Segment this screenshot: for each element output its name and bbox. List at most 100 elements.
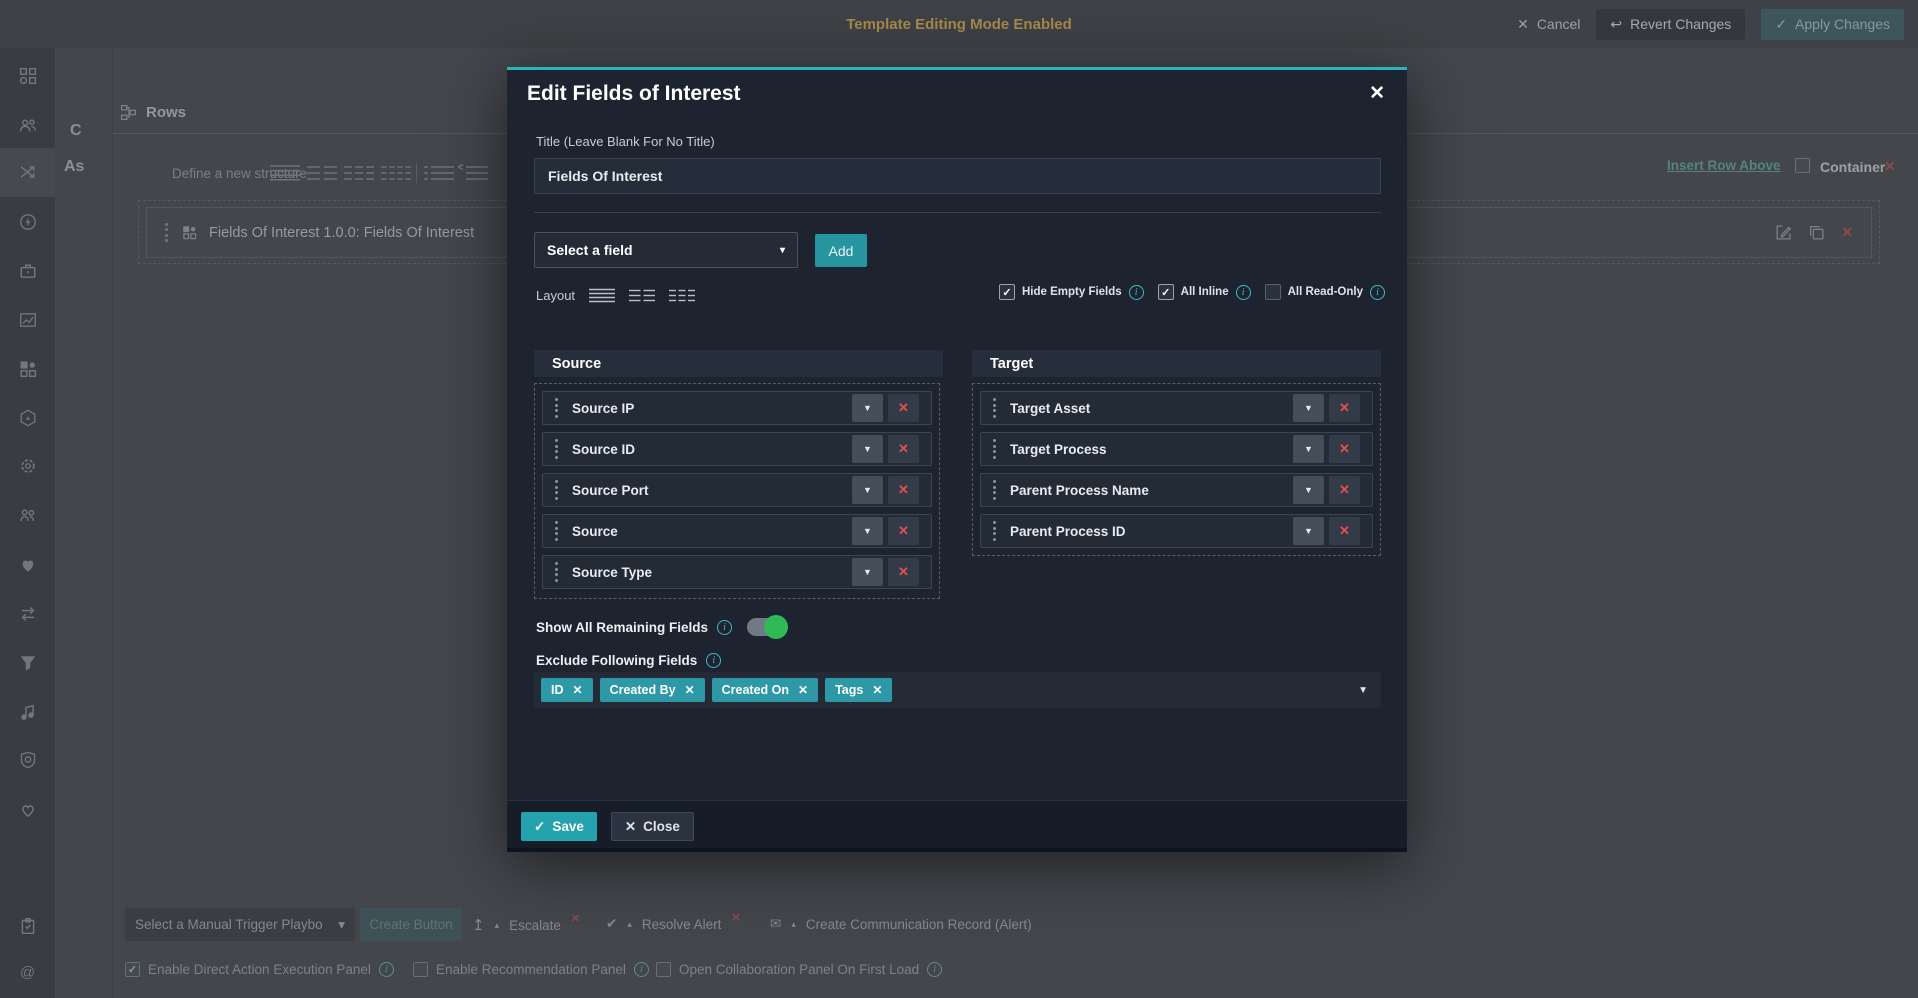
tag-remove-icon[interactable]: ✕	[685, 683, 695, 697]
edit-row-button[interactable]	[1775, 224, 1792, 241]
manual-trigger-playbook-select[interactable]: Select a Manual Trigger Playbo ▾	[125, 908, 355, 941]
drag-handle-icon[interactable]	[555, 396, 558, 421]
remove-row-group-button[interactable]: ✕	[1884, 158, 1896, 175]
create-comm-record-action[interactable]: ✉ ▴ Create Communication Record (Alert)	[770, 916, 1032, 932]
health-heart-outline-icon[interactable]	[19, 801, 37, 819]
info-icon[interactable]: i	[379, 962, 394, 977]
drag-handle-icon[interactable]	[993, 519, 996, 544]
field-remove-button[interactable]: ✕	[888, 394, 919, 422]
field-dropdown-button[interactable]: ▼	[852, 435, 883, 463]
layout-3-column-icon[interactable]	[669, 288, 695, 303]
remove-action-icon[interactable]: ✕	[731, 911, 740, 924]
drag-handle-icon[interactable]	[555, 478, 558, 503]
apps-grid-icon[interactable]	[19, 67, 37, 85]
tasks-clipboard-icon[interactable]	[19, 917, 37, 935]
layout-2-column-icon[interactable]	[629, 288, 655, 303]
settings-gear-icon[interactable]	[19, 457, 37, 475]
layout-1-column-icon[interactable]	[589, 288, 615, 303]
field-dropdown-button[interactable]: ▼	[1293, 394, 1324, 422]
field-dropdown-button[interactable]: ▼	[1293, 476, 1324, 504]
structure-2-column-icon[interactable]	[307, 164, 337, 187]
structure-list-icon[interactable]	[424, 164, 454, 187]
add-field-button[interactable]: Add	[815, 234, 867, 267]
drag-handle-icon[interactable]	[555, 519, 558, 544]
playbook-hexagon-icon[interactable]	[19, 409, 37, 427]
checkbox-unchecked[interactable]	[1265, 284, 1281, 300]
field-select[interactable]: Select a field ▾	[534, 232, 798, 268]
close-button[interactable]: ✕ Close	[611, 812, 694, 841]
info-icon[interactable]: i	[1370, 285, 1385, 300]
checkbox-unchecked[interactable]	[656, 962, 671, 977]
structure-1-column-icon[interactable]	[270, 164, 300, 187]
reports-chart-icon[interactable]	[19, 311, 37, 329]
drag-handle-icon[interactable]	[993, 478, 996, 503]
data-transfer-arrows-icon[interactable]	[19, 605, 37, 623]
remove-action-icon[interactable]: ✕	[571, 912, 580, 925]
exclude-fields-multiselect[interactable]: ID ✕ Created By ✕ Created On ✕ Tags ✕ ▼	[534, 672, 1381, 708]
info-icon[interactable]: i	[634, 962, 649, 977]
drag-handle-icon[interactable]	[993, 437, 996, 462]
save-button[interactable]: ✓ Save	[521, 812, 597, 841]
drag-handle-icon[interactable]	[165, 220, 168, 245]
workflow-shuffle-icon[interactable]	[19, 163, 37, 181]
tag-remove-icon[interactable]: ✕	[872, 683, 882, 697]
checkbox-checked[interactable]: ✓	[125, 962, 140, 977]
insert-row-above-link[interactable]: Insert Row Above	[1667, 158, 1781, 173]
caret-down-icon[interactable]: ▼	[1358, 685, 1374, 696]
filter-funnel-icon[interactable]	[19, 654, 37, 672]
info-icon[interactable]: i	[1236, 285, 1251, 300]
mentions-at-icon[interactable]: @	[19, 963, 37, 981]
container-checkbox[interactable]	[1795, 158, 1810, 173]
info-icon[interactable]: i	[706, 653, 721, 668]
modules-grid-icon[interactable]	[19, 360, 37, 378]
team-users-icon[interactable]	[19, 116, 37, 134]
create-button[interactable]: Create Button	[360, 908, 462, 941]
structure-3-column-icon[interactable]	[344, 164, 374, 187]
field-dropdown-button[interactable]: ▼	[1293, 435, 1324, 463]
checkbox-checked[interactable]: ✓	[1158, 284, 1174, 300]
resolve-alert-action[interactable]: ✔ ▴ Resolve Alert ✕	[606, 916, 741, 932]
field-dropdown-button[interactable]: ▼	[852, 517, 883, 545]
info-icon[interactable]: i	[1129, 285, 1144, 300]
drag-handle-icon[interactable]	[555, 437, 558, 462]
drag-handle-icon[interactable]	[993, 396, 996, 421]
field-remove-button[interactable]: ✕	[888, 435, 919, 463]
delete-row-button[interactable]: ✕	[1841, 224, 1853, 241]
favorites-heart-filled-icon[interactable]	[19, 556, 37, 574]
field-remove-button[interactable]: ✕	[888, 517, 919, 545]
checkbox-unchecked[interactable]	[413, 962, 428, 977]
field-dropdown-button[interactable]: ▼	[1293, 517, 1324, 545]
revert-changes-button[interactable]: ↩ Revert Changes	[1596, 9, 1745, 40]
case-briefcase-icon[interactable]	[19, 262, 37, 280]
field-dropdown-button[interactable]: ▼	[852, 394, 883, 422]
security-shield-icon[interactable]	[19, 751, 37, 769]
field-remove-button[interactable]: ✕	[1329, 435, 1360, 463]
drag-handle-icon[interactable]	[555, 560, 558, 585]
cancel-button[interactable]: ✕ Cancel	[1517, 16, 1580, 33]
field-remove-button[interactable]: ✕	[888, 476, 919, 504]
widget-grid-icon	[182, 225, 197, 240]
structure-indent-icon[interactable]	[458, 164, 488, 187]
tag-remove-icon[interactable]: ✕	[573, 683, 583, 697]
field-remove-button[interactable]: ✕	[1329, 517, 1360, 545]
info-icon[interactable]: i	[717, 620, 732, 635]
info-icon[interactable]: i	[927, 962, 942, 977]
field-dropdown-button[interactable]: ▼	[852, 476, 883, 504]
tag-remove-icon[interactable]: ✕	[798, 683, 808, 697]
structure-4-column-icon[interactable]	[381, 164, 411, 187]
copy-row-button[interactable]	[1808, 224, 1825, 241]
show-all-toggle-on[interactable]	[747, 618, 785, 636]
field-dropdown-button[interactable]: ▼	[852, 558, 883, 586]
tag-label: Tags	[835, 683, 863, 697]
media-music-icon[interactable]	[19, 703, 37, 721]
field-remove-button[interactable]: ✕	[1329, 394, 1360, 422]
escalate-action[interactable]: ↥ ▴ Escalate ✕	[472, 916, 580, 934]
field-remove-button[interactable]: ✕	[1329, 476, 1360, 504]
users-group-icon[interactable]	[19, 506, 37, 524]
automation-bolt-icon[interactable]	[19, 213, 37, 231]
field-remove-button[interactable]: ✕	[888, 558, 919, 586]
checkbox-checked[interactable]: ✓	[999, 284, 1015, 300]
title-input[interactable]	[534, 158, 1381, 194]
modal-close-icon[interactable]: ✕	[1369, 82, 1385, 105]
apply-changes-button[interactable]: ✓ Apply Changes	[1761, 9, 1904, 40]
